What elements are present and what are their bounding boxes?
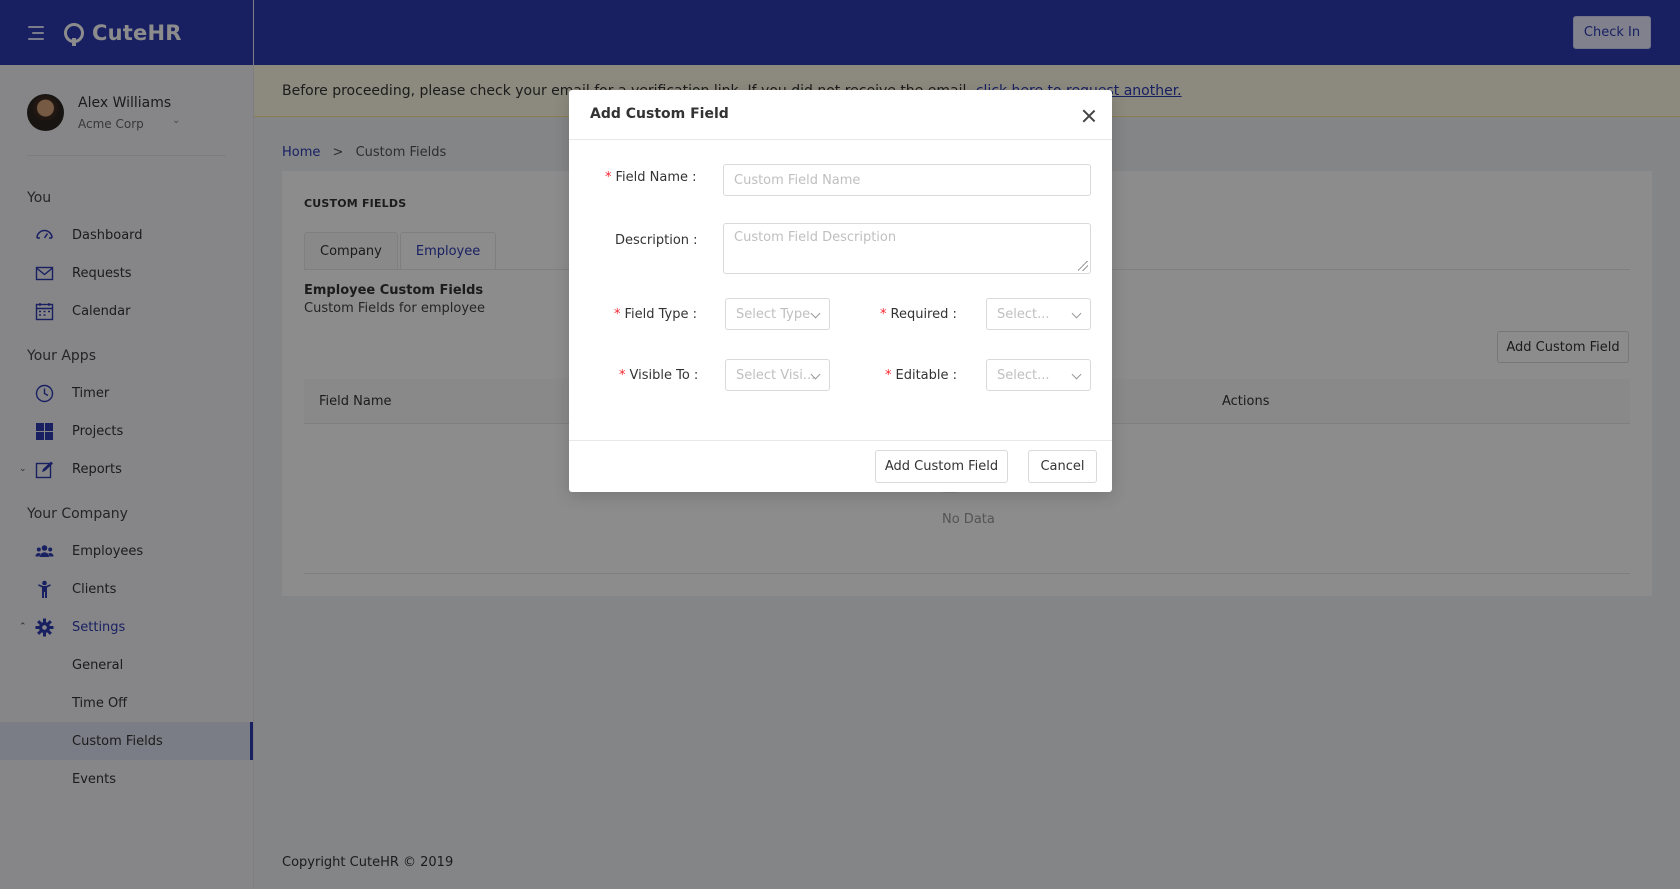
chevron-down-icon xyxy=(1071,308,1082,319)
chevron-down-icon xyxy=(810,308,821,319)
required-mark: * xyxy=(880,307,887,322)
field-type-select[interactable]: Select Type xyxy=(725,298,830,330)
modal-title: Add Custom Field xyxy=(590,106,729,122)
field-type-placeholder: Select Type xyxy=(736,306,811,322)
editable-placeholder: Select... xyxy=(997,367,1050,383)
cancel-button[interactable]: Cancel xyxy=(1028,450,1097,483)
add-custom-field-modal: Add Custom Field * Field Name : Custom Fi… xyxy=(569,90,1112,492)
required-placeholder: Select... xyxy=(997,306,1050,322)
field-name-input[interactable]: Custom Field Name xyxy=(723,164,1091,196)
visible-to-placeholder: Select Visi... xyxy=(736,367,816,383)
description-label: Description : xyxy=(615,233,698,248)
resize-grip-icon[interactable] xyxy=(1078,261,1088,271)
editable-select[interactable]: Select... xyxy=(986,359,1091,391)
required-mark: * xyxy=(619,368,626,383)
required-mark: * xyxy=(885,368,892,383)
field-type-label: * Field Type : xyxy=(614,307,698,322)
close-icon[interactable] xyxy=(1082,109,1095,122)
required-select[interactable]: Select... xyxy=(986,298,1091,330)
description-placeholder: Custom Field Description xyxy=(734,230,897,245)
required-mark: * xyxy=(614,307,621,322)
submit-add-custom-field-button[interactable]: Add Custom Field xyxy=(875,450,1008,483)
field-name-label: * Field Name : xyxy=(605,170,697,185)
editable-label: * Editable : xyxy=(885,368,958,383)
required-label: * Required : xyxy=(880,307,957,322)
description-textarea[interactable]: Custom Field Description xyxy=(723,223,1091,274)
modal-footer: Add Custom Field Cancel xyxy=(569,440,1112,492)
visible-to-select[interactable]: Select Visi... xyxy=(725,359,830,391)
visible-to-label: * Visible To : xyxy=(619,368,699,383)
modal-header: Add Custom Field xyxy=(569,90,1112,140)
chevron-down-icon xyxy=(1071,369,1082,380)
required-mark: * xyxy=(605,170,612,185)
